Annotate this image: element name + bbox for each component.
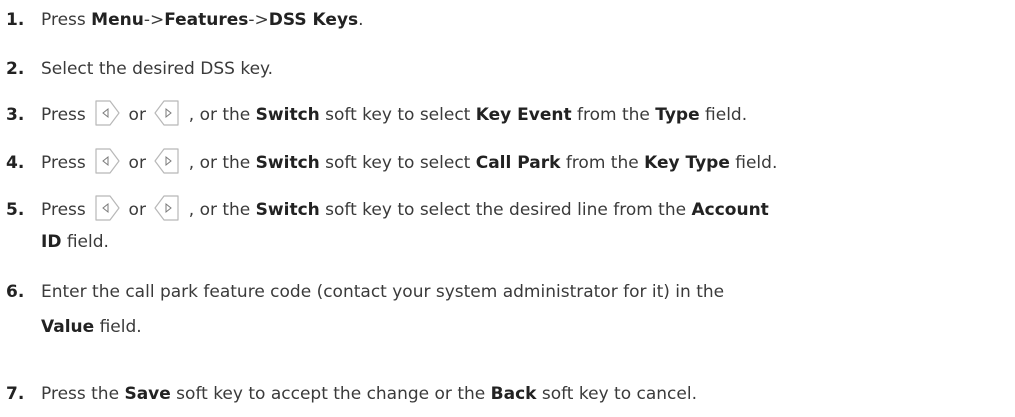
step-number: 6. xyxy=(6,282,25,302)
text-segment: from the xyxy=(571,105,656,125)
step-number: 1. xyxy=(6,10,25,30)
text-segment: soft key to select xyxy=(319,105,476,125)
step-text: Value field. xyxy=(41,310,142,344)
left-navigation-key-icon xyxy=(153,147,181,175)
step-text: Enter the call park feature code (contac… xyxy=(41,282,725,302)
text-segment: or xyxy=(123,105,152,125)
text-segment: , or the xyxy=(183,153,256,173)
text-segment: Press xyxy=(41,105,92,125)
text-segment: -> xyxy=(143,10,165,30)
value-field-label: Value xyxy=(41,317,95,337)
switch-soft-key-label: Switch xyxy=(255,200,320,220)
step-text: Press or , or the Switch soft key to sel… xyxy=(41,146,777,180)
id-field-label: ID xyxy=(41,232,62,252)
step-text: Press the Save soft key to accept the ch… xyxy=(41,377,697,411)
features-label: Features xyxy=(164,10,249,30)
text-segment: field. xyxy=(699,105,748,125)
step-number: 2. xyxy=(6,59,25,79)
menu-label: Menu xyxy=(91,10,144,30)
key-event-label: Key Event xyxy=(475,105,572,125)
step-number: 3. xyxy=(6,105,25,125)
left-navigation-key-icon xyxy=(153,99,181,127)
switch-soft-key-label: Switch xyxy=(255,153,320,173)
type-field-label: Type xyxy=(655,105,700,125)
step-text: Press or , or the Switch soft key to sel… xyxy=(41,98,747,132)
right-navigation-key-icon xyxy=(93,99,121,127)
step-text: Press Menu->Features->DSS Keys. xyxy=(41,3,364,37)
text-segment: Press xyxy=(41,153,92,173)
text-segment: Press the xyxy=(41,384,125,404)
text-segment: field. xyxy=(61,232,109,252)
step-number: 5. xyxy=(6,200,25,220)
text-segment: from the xyxy=(560,153,645,173)
step-number: 7. xyxy=(6,384,25,404)
right-navigation-key-icon xyxy=(93,194,121,222)
text-segment: or xyxy=(123,153,152,173)
text-segment: field. xyxy=(729,153,778,173)
text-segment: soft key to cancel. xyxy=(536,384,697,404)
text-segment: . xyxy=(358,10,364,30)
step-text: Select the desired DSS key. xyxy=(41,59,274,79)
back-soft-key-label: Back xyxy=(490,384,537,404)
call-park-label: Call Park xyxy=(475,153,561,173)
step-number: 4. xyxy=(6,153,25,173)
save-soft-key-label: Save xyxy=(124,384,171,404)
text-segment: Press xyxy=(41,10,92,30)
left-navigation-key-icon xyxy=(153,194,181,222)
text-segment: Press xyxy=(41,200,92,220)
text-segment: , or the xyxy=(183,105,256,125)
text-segment: , or the xyxy=(183,200,256,220)
dss-keys-label: DSS Keys xyxy=(268,10,359,30)
text-segment: soft key to accept the change or the xyxy=(170,384,491,404)
text-segment: or xyxy=(123,200,152,220)
text-segment: -> xyxy=(248,10,269,30)
switch-soft-key-label: Switch xyxy=(255,105,320,125)
right-navigation-key-icon xyxy=(93,147,121,175)
text-segment: soft key to select xyxy=(319,153,476,173)
account-field-label: Account xyxy=(691,200,769,220)
text-segment: soft key to select the desired line from… xyxy=(319,200,692,220)
step-text: Press or , or the Switch soft key to sel… xyxy=(41,193,769,227)
text-segment: field. xyxy=(94,317,142,337)
key-type-field-label: Key Type xyxy=(644,153,730,173)
step-text: ID field. xyxy=(41,225,109,259)
